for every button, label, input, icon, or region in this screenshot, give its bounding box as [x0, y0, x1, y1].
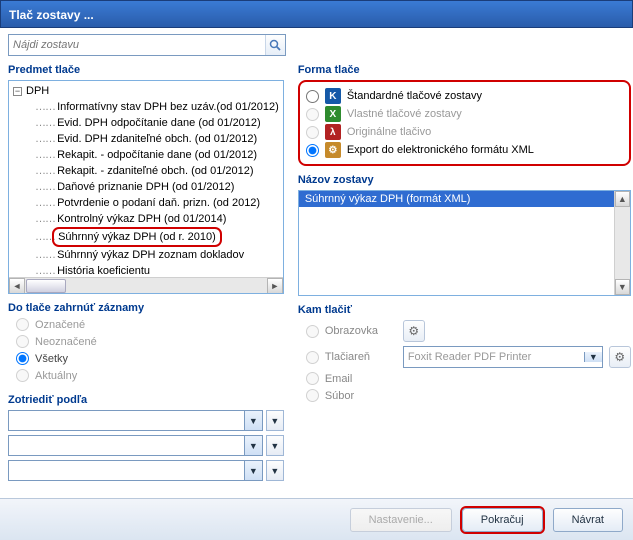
output-label-printer: Tlačiareň: [325, 351, 397, 363]
window-title: Tlač zostavy ...: [0, 0, 633, 28]
tree-item[interactable]: Evid. DPH odpočítanie dane (od 01/2012): [35, 115, 279, 131]
form-label: Forma tlače: [298, 64, 631, 76]
dropdown-icon[interactable]: ▼: [244, 411, 262, 430]
records-option-current[interactable]: Aktuálny: [16, 369, 284, 382]
radio-original: [306, 126, 319, 139]
tree-item[interactable]: Informatívny stav DPH bez uzáv.(od 01/20…: [35, 99, 279, 115]
sort-combo-2[interactable]: ▼: [8, 435, 263, 456]
settings-icon[interactable]: ⚙: [609, 346, 631, 368]
sort-combo-3[interactable]: ▼: [8, 460, 263, 481]
records-label: Do tlače zahrnúť záznamy: [8, 302, 284, 314]
output-label-screen: Obrazovka: [325, 325, 397, 337]
tree-item[interactable]: Evid. DPH zdaniteľné obch. (od 01/2012): [35, 131, 279, 147]
radio-email: [306, 372, 319, 385]
scroll-up-icon[interactable]: ▲: [615, 191, 630, 207]
tree-root-label: DPH: [26, 83, 49, 99]
records-option-label: Neoznačené: [35, 336, 97, 348]
tree-root[interactable]: − DPH: [13, 83, 279, 99]
sort-dir-3[interactable]: ▼: [266, 460, 284, 481]
form-option-label: Export do elektronického formátu XML: [347, 144, 534, 156]
tree-item[interactable]: Rekapit. - zdaniteľné obch. (od 01/2012): [35, 163, 279, 179]
scroll-right-icon[interactable]: ►: [267, 278, 283, 294]
radio-screen: [306, 325, 319, 338]
output-label: Kam tlačiť: [298, 304, 631, 316]
form-option-xml[interactable]: ⚙ Export do elektronického formátu XML: [306, 142, 623, 158]
radio-unmarked: [16, 335, 29, 348]
form-option-custom: X Vlastné tlačové zostavy: [306, 106, 623, 122]
tree-item[interactable]: História koeficientu: [35, 263, 279, 277]
excel-icon: X: [325, 106, 341, 122]
report-name-list[interactable]: Súhrnný výkaz DPH (formát XML) ▲ ▼: [298, 190, 631, 296]
sort-dir-2[interactable]: ▼: [266, 435, 284, 456]
records-option-all[interactable]: Všetky: [16, 352, 284, 365]
output-label-file: Súbor: [325, 390, 397, 402]
form-type-group: K Štandardné tlačové zostavy X Vlastné t…: [298, 80, 631, 166]
dropdown-icon[interactable]: ▼: [584, 352, 602, 362]
records-option-label: Všetky: [35, 353, 68, 365]
form-option-original: λ Originálne tlačivo: [306, 124, 623, 140]
gear-icon: ⚙: [325, 142, 341, 158]
kros-icon: K: [325, 88, 341, 104]
output-option-file: Súbor: [306, 389, 631, 402]
sort-combo-1[interactable]: ▼: [8, 410, 263, 431]
settings-icon[interactable]: ⚙: [403, 320, 425, 342]
vertical-scrollbar[interactable]: ▲ ▼: [614, 191, 630, 295]
subject-tree[interactable]: − DPH Informatívny stav DPH bez uzáv.(od…: [8, 80, 284, 294]
sort-dir-1[interactable]: ▼: [266, 410, 284, 431]
scroll-down-icon[interactable]: ▼: [615, 279, 630, 295]
settings-button: Nastavenie...: [350, 508, 452, 532]
report-name-item[interactable]: Súhrnný výkaz DPH (formát XML): [299, 191, 614, 207]
bottom-bar: Nastavenie... Pokračuj Návrat: [0, 498, 633, 540]
printer-combo[interactable]: Foxit Reader PDF Printer ▼: [403, 346, 603, 368]
radio-file: [306, 389, 319, 402]
tree-item[interactable]: Súhrnný výkaz DPH zoznam dokladov: [35, 247, 279, 263]
pdf-icon: λ: [325, 124, 341, 140]
search-icon[interactable]: [265, 35, 285, 55]
radio-xml[interactable]: [306, 144, 319, 157]
search-box[interactable]: [8, 34, 286, 56]
output-label-email: Email: [325, 373, 397, 385]
report-name-label: Názov zostavy: [298, 174, 631, 186]
radio-current: [16, 369, 29, 382]
tree-item[interactable]: Potvrdenie o podaní daň. prizn. (od 2012…: [35, 195, 279, 211]
tree-item-highlighted[interactable]: Súhrnný výkaz DPH (od r. 2010): [35, 227, 279, 247]
dropdown-icon[interactable]: ▼: [244, 436, 262, 455]
scroll-track[interactable]: [66, 278, 267, 293]
scroll-left-icon[interactable]: ◄: [9, 278, 25, 294]
output-option-screen: Obrazovka ⚙: [306, 320, 631, 342]
radio-marked: [16, 318, 29, 331]
output-option-printer: Tlačiareň Foxit Reader PDF Printer ▼ ⚙: [306, 346, 631, 368]
sort-label: Zotriediť podľa: [8, 394, 284, 406]
output-option-email: Email: [306, 372, 631, 385]
records-option-marked[interactable]: Označené: [16, 318, 284, 331]
records-option-label: Aktuálny: [35, 370, 77, 382]
radio-printer: [306, 351, 319, 364]
scroll-track[interactable]: [615, 207, 630, 279]
back-button[interactable]: Návrat: [553, 508, 623, 532]
tree-item[interactable]: Rekapit. - odpočítanie dane (od 01/2012): [35, 147, 279, 163]
horizontal-scrollbar[interactable]: ◄ ►: [9, 277, 283, 293]
form-option-standard[interactable]: K Štandardné tlačové zostavy: [306, 88, 623, 104]
printer-name: Foxit Reader PDF Printer: [404, 351, 584, 363]
form-option-label: Originálne tlačivo: [347, 126, 431, 138]
form-option-label: Štandardné tlačové zostavy: [347, 90, 482, 102]
scroll-thumb[interactable]: [26, 279, 66, 293]
subject-label: Predmet tlače: [8, 64, 284, 76]
continue-button[interactable]: Pokračuj: [462, 508, 543, 532]
radio-standard[interactable]: [306, 90, 319, 103]
radio-custom: [306, 108, 319, 121]
form-option-label: Vlastné tlačové zostavy: [347, 108, 462, 120]
collapse-icon[interactable]: −: [13, 87, 22, 96]
tree-item[interactable]: Kontrolný výkaz DPH (od 01/2014): [35, 211, 279, 227]
radio-all[interactable]: [16, 352, 29, 365]
search-input[interactable]: [9, 35, 265, 55]
dropdown-icon[interactable]: ▼: [244, 461, 262, 480]
records-option-unmarked[interactable]: Neoznačené: [16, 335, 284, 348]
records-option-label: Označené: [35, 319, 85, 331]
tree-item[interactable]: Daňové priznanie DPH (od 01/2012): [35, 179, 279, 195]
